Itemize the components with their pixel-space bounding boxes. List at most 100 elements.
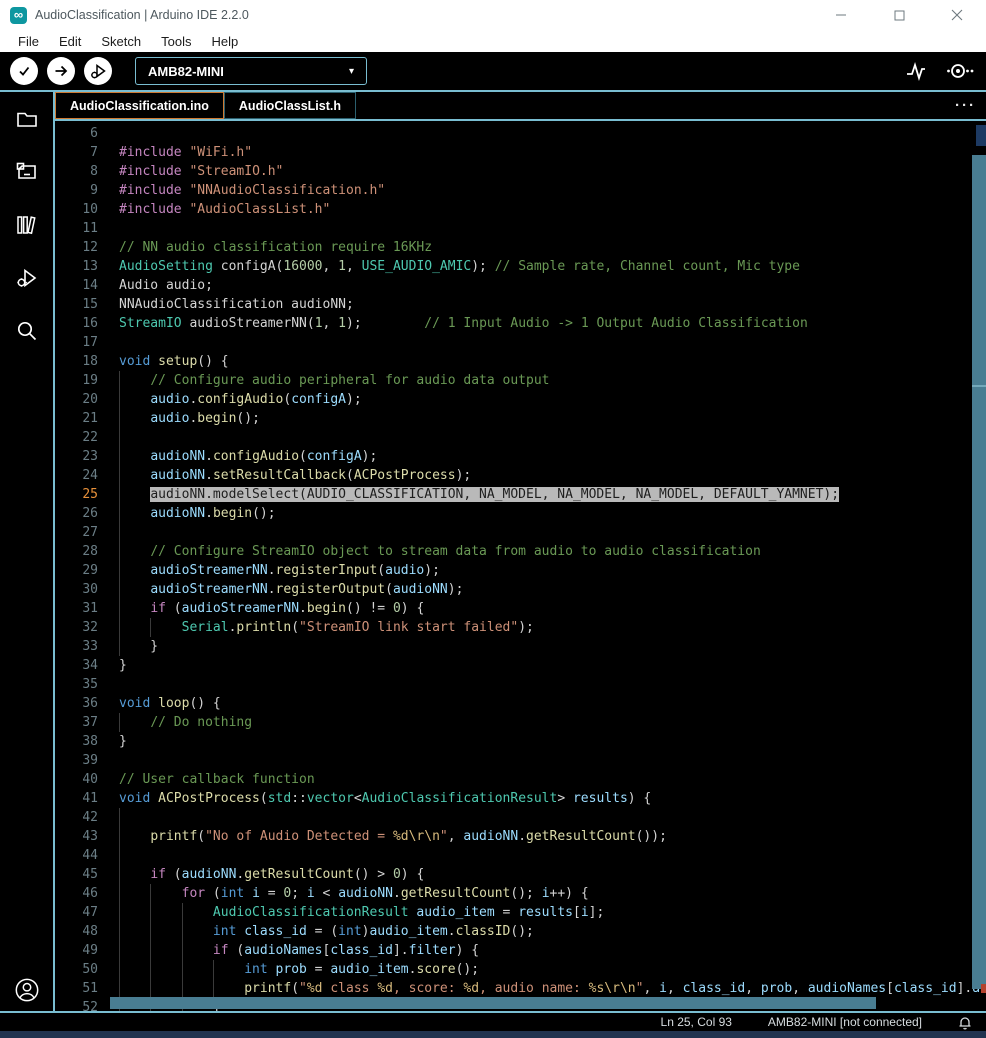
- code-line[interactable]: 27: [55, 523, 986, 542]
- line-number[interactable]: 30: [55, 580, 110, 599]
- verify-button[interactable]: [10, 57, 38, 85]
- line-number[interactable]: 24: [55, 466, 110, 485]
- line-number[interactable]: 31: [55, 599, 110, 618]
- line-number[interactable]: 13: [55, 257, 110, 276]
- code-line[interactable]: 34}: [55, 656, 986, 675]
- sidebar-item-sketchbook[interactable]: [14, 106, 40, 132]
- line-number[interactable]: 40: [55, 770, 110, 789]
- code-line[interactable]: 21 audio.begin();: [55, 409, 986, 428]
- sidebar-item-debug[interactable]: [14, 265, 40, 291]
- code-line[interactable]: 14Audio audio;: [55, 276, 986, 295]
- upload-button[interactable]: [47, 57, 75, 85]
- line-number[interactable]: 32: [55, 618, 110, 637]
- line-number[interactable]: 12: [55, 238, 110, 257]
- line-number[interactable]: 16: [55, 314, 110, 333]
- line-number[interactable]: 17: [55, 333, 110, 352]
- line-number[interactable]: 15: [55, 295, 110, 314]
- line-number[interactable]: 19: [55, 371, 110, 390]
- code-line[interactable]: 12// NN audio classification require 16K…: [55, 238, 986, 257]
- tab-audioclassification-ino[interactable]: AudioClassification.ino: [55, 92, 224, 119]
- code-line[interactable]: 47 AudioClassificationResult audio_item …: [55, 903, 986, 922]
- line-number[interactable]: 25: [55, 485, 110, 504]
- code-line[interactable]: 17: [55, 333, 986, 352]
- line-number[interactable]: 37: [55, 713, 110, 732]
- code-line[interactable]: 46 for (int i = 0; i < audioNN.getResult…: [55, 884, 986, 903]
- line-number[interactable]: 22: [55, 428, 110, 447]
- horizontal-scrollbar-thumb[interactable]: [110, 997, 876, 1009]
- code-line[interactable]: 30 audioStreamerNN.registerOutput(audioN…: [55, 580, 986, 599]
- code-line[interactable]: 42: [55, 808, 986, 827]
- code-line[interactable]: 25 audioNN.modelSelect(AUDIO_CLASSIFICAT…: [55, 485, 986, 504]
- code-line[interactable]: 31 if (audioStreamerNN.begin() != 0) {: [55, 599, 986, 618]
- code-line[interactable]: 13AudioSetting configA(16000, 1, USE_AUD…: [55, 257, 986, 276]
- code-line[interactable]: 28 // Configure StreamIO object to strea…: [55, 542, 986, 561]
- sidebar-item-library-manager[interactable]: [14, 212, 40, 238]
- menu-edit[interactable]: Edit: [49, 30, 91, 52]
- line-number[interactable]: 35: [55, 675, 110, 694]
- line-number[interactable]: 38: [55, 732, 110, 751]
- line-number[interactable]: 41: [55, 789, 110, 808]
- code-line[interactable]: 37 // Do nothing: [55, 713, 986, 732]
- line-number[interactable]: 51: [55, 979, 110, 998]
- code-line[interactable]: 35: [55, 675, 986, 694]
- code-line[interactable]: 8#include "StreamIO.h": [55, 162, 986, 181]
- line-number[interactable]: 50: [55, 960, 110, 979]
- cursor-position-status[interactable]: Ln 25, Col 93: [661, 1015, 732, 1029]
- line-number[interactable]: 18: [55, 352, 110, 371]
- board-selector-dropdown[interactable]: AMB82-MINI ▾: [135, 57, 367, 85]
- code-line[interactable]: 15NNAudioClassification audioNN;: [55, 295, 986, 314]
- line-number[interactable]: 36: [55, 694, 110, 713]
- code-line[interactable]: 26 audioNN.begin();: [55, 504, 986, 523]
- code-line[interactable]: 51 printf("%d class %d, score: %d, audio…: [55, 979, 986, 998]
- sidebar-item-account[interactable]: [14, 977, 40, 1003]
- line-number[interactable]: 27: [55, 523, 110, 542]
- maximize-button[interactable]: [870, 0, 928, 30]
- start-debugging-button[interactable]: [84, 57, 112, 85]
- line-number[interactable]: 42: [55, 808, 110, 827]
- line-number[interactable]: 14: [55, 276, 110, 295]
- code-line[interactable]: 29 audioStreamerNN.registerInput(audio);: [55, 561, 986, 580]
- code-line[interactable]: 7#include "WiFi.h": [55, 143, 986, 162]
- serial-plotter-button[interactable]: [904, 60, 928, 82]
- line-number[interactable]: 11: [55, 219, 110, 238]
- code-line[interactable]: 10#include "AudioClassList.h": [55, 200, 986, 219]
- line-number[interactable]: 29: [55, 561, 110, 580]
- sidebar-item-boards-manager[interactable]: [14, 159, 40, 185]
- line-number[interactable]: 47: [55, 903, 110, 922]
- code-line[interactable]: 49 if (audioNames[class_id].filter) {: [55, 941, 986, 960]
- line-number[interactable]: 52: [55, 998, 110, 1011]
- code-line[interactable]: 16StreamIO audioStreamerNN(1, 1); // 1 I…: [55, 314, 986, 333]
- line-number[interactable]: 48: [55, 922, 110, 941]
- serial-monitor-button[interactable]: [946, 60, 974, 82]
- vertical-scrollbar-thumb[interactable]: [972, 155, 986, 989]
- line-number[interactable]: 26: [55, 504, 110, 523]
- code-line[interactable]: 32 Serial.println("StreamIO link start f…: [55, 618, 986, 637]
- close-button[interactable]: [928, 0, 986, 30]
- code-line[interactable]: 44: [55, 846, 986, 865]
- code-line[interactable]: 19 // Configure audio peripheral for aud…: [55, 371, 986, 390]
- code-line[interactable]: 20 audio.configAudio(configA);: [55, 390, 986, 409]
- code-line[interactable]: 38}: [55, 732, 986, 751]
- code-line[interactable]: 6: [55, 124, 986, 143]
- line-number[interactable]: 21: [55, 409, 110, 428]
- line-number[interactable]: 45: [55, 865, 110, 884]
- line-number[interactable]: 43: [55, 827, 110, 846]
- code-line[interactable]: 23 audioNN.configAudio(configA);: [55, 447, 986, 466]
- code-line[interactable]: 24 audioNN.setResultCallback(ACPostProce…: [55, 466, 986, 485]
- code-line[interactable]: 33 }: [55, 637, 986, 656]
- line-number[interactable]: 34: [55, 656, 110, 675]
- code-line[interactable]: 36void loop() {: [55, 694, 986, 713]
- line-number[interactable]: 7: [55, 143, 110, 162]
- line-number[interactable]: 44: [55, 846, 110, 865]
- line-number[interactable]: 8: [55, 162, 110, 181]
- tab-overflow-button[interactable]: ···: [945, 92, 986, 119]
- line-number[interactable]: 39: [55, 751, 110, 770]
- menu-help[interactable]: Help: [201, 30, 248, 52]
- line-number[interactable]: 49: [55, 941, 110, 960]
- code-line[interactable]: 50 int prob = audio_item.score();: [55, 960, 986, 979]
- code-line[interactable]: 22: [55, 428, 986, 447]
- line-number[interactable]: 10: [55, 200, 110, 219]
- line-number[interactable]: 28: [55, 542, 110, 561]
- line-number[interactable]: 9: [55, 181, 110, 200]
- board-connection-status[interactable]: AMB82-MINI [not connected]: [768, 1015, 922, 1029]
